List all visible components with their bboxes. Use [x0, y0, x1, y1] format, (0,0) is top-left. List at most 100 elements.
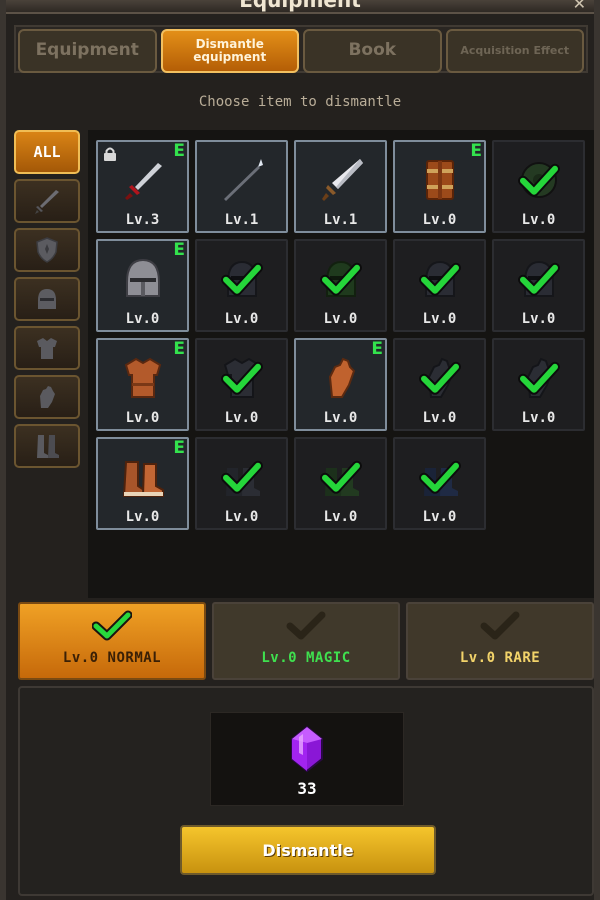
item-slot[interactable]: Lv.0: [492, 140, 585, 233]
window-title: Equipment: [239, 0, 361, 12]
filter-rare[interactable]: Lv.0 RARE: [406, 602, 594, 680]
equipped-badge: E: [173, 240, 185, 260]
category-all-label: ALL: [33, 143, 61, 161]
lock-icon: [104, 147, 116, 161]
dismantle-button[interactable]: Dismantle: [180, 825, 436, 875]
check-icon: [92, 610, 132, 641]
inventory-panel: E Lv.3 Lv.1 Lv.1 E Lv.0 Lv.0 E Lv.0 Lv.0 Lv.0 Lv.0 L…: [88, 130, 594, 598]
filter-magic-label: Lv.0 MAGIC: [261, 650, 351, 666]
item-slot[interactable]: Lv.0: [195, 338, 288, 431]
equipment-window: Equipment ✕ Equipment Dismantle equipmen…: [0, 0, 600, 900]
item-slot[interactable]: E Lv.0: [393, 140, 486, 233]
check-icon: [418, 262, 461, 296]
item-level: Lv.0: [422, 212, 457, 228]
title-bar: Equipment ✕: [6, 0, 594, 14]
helmet-icon: [38, 289, 56, 309]
check-icon: [418, 361, 461, 395]
red-sword-icon: [124, 162, 162, 200]
item-level: Lv.0: [422, 509, 457, 525]
category-boots[interactable]: [14, 424, 80, 468]
item-level: Lv.0: [521, 410, 556, 426]
check-icon: [220, 460, 263, 494]
item-slot[interactable]: Lv.0: [492, 239, 585, 332]
reward-count: 33: [297, 779, 317, 798]
item-slot[interactable]: Lv.0: [294, 437, 387, 530]
item-slot[interactable]: E Lv.3: [96, 140, 189, 233]
item-slot[interactable]: Lv.1: [294, 140, 387, 233]
item-slot[interactable]: Lv.1: [195, 140, 288, 233]
boots-icon: [37, 435, 59, 458]
leather-boots-icon: [122, 460, 164, 497]
category-gauntlets[interactable]: [14, 375, 80, 419]
check-icon: [220, 361, 263, 395]
item-level: Lv.0: [224, 410, 259, 426]
category-weapons[interactable]: [14, 179, 80, 223]
check-icon: [517, 163, 560, 197]
equipped-badge: E: [371, 339, 383, 359]
tab-acquisition-effect[interactable]: Acquisition Effect: [445, 29, 584, 73]
item-level: Lv.0: [323, 509, 358, 525]
check-icon: [517, 262, 560, 296]
item-level: Lv.1: [323, 212, 358, 228]
filter-normal[interactable]: Lv.0 NORMAL: [18, 602, 206, 680]
item-level: Lv.0: [125, 311, 160, 327]
instruction-text: Choose item to dismantle: [198, 94, 402, 110]
filter-normal-label: Lv.0 NORMAL: [62, 650, 162, 666]
item-level: Lv.1: [224, 212, 259, 228]
close-icon[interactable]: ✕: [573, 0, 586, 13]
item-slot[interactable]: Lv.0: [393, 338, 486, 431]
armor-icon: [37, 338, 57, 359]
tab-book[interactable]: Book: [303, 29, 442, 73]
item-slot[interactable]: Lv.0: [393, 437, 486, 530]
broadsword-icon: [321, 158, 363, 201]
purple-gem-icon: [291, 725, 323, 773]
check-icon: [319, 262, 362, 296]
tab-equipment[interactable]: Equipment: [18, 29, 157, 73]
check-icon: [480, 611, 520, 640]
item-slot[interactable]: Lv.0: [195, 239, 288, 332]
category-helmets[interactable]: [14, 277, 80, 321]
item-slot[interactable]: E Lv.0: [96, 437, 189, 530]
check-icon: [319, 460, 362, 494]
check-icon: [286, 611, 326, 640]
gauntlet-icon: [40, 386, 55, 408]
filter-rare-label: Lv.0 RARE: [459, 650, 541, 666]
dismantle-panel: 33 Dismantle: [18, 686, 594, 896]
check-icon: [517, 361, 560, 395]
item-slot[interactable]: E Lv.0: [294, 338, 387, 431]
iron-helmet-icon: [125, 258, 160, 297]
tab-bar: Equipment Dismantle equipment Book Acqui…: [14, 25, 588, 73]
category-all[interactable]: ALL: [14, 130, 80, 174]
equipped-badge: E: [173, 438, 185, 458]
item-slot[interactable]: Lv.0: [294, 239, 387, 332]
item-level: Lv.0: [125, 410, 160, 426]
item-slot[interactable]: Lv.0: [492, 338, 585, 431]
item-slot[interactable]: Lv.0: [393, 239, 486, 332]
item-level: Lv.0: [323, 410, 358, 426]
item-level: Lv.0: [521, 212, 556, 228]
filter-magic[interactable]: Lv.0 MAGIC: [212, 602, 400, 680]
category-shields[interactable]: [14, 228, 80, 272]
item-level: Lv.0: [521, 311, 556, 327]
category-armor[interactable]: [14, 326, 80, 370]
sword-icon: [35, 190, 59, 214]
item-level: Lv.0: [422, 410, 457, 426]
check-icon: [220, 262, 263, 296]
equipped-badge: E: [173, 339, 185, 359]
item-level: Lv.0: [323, 311, 358, 327]
item-level: Lv.3: [125, 212, 160, 228]
spear-icon: [223, 158, 263, 201]
leather-armor-icon: [124, 357, 161, 398]
item-grid: E Lv.3 Lv.1 Lv.1 E Lv.0 Lv.0 E Lv.0 Lv.0 Lv.0 Lv.0 L…: [96, 140, 585, 530]
item-slot[interactable]: E Lv.0: [96, 338, 189, 431]
rarity-filters: Lv.0 NORMAL Lv.0 MAGIC Lv.0 RARE: [18, 602, 594, 680]
item-slot[interactable]: Lv.0: [195, 437, 288, 530]
equipped-badge: E: [173, 141, 185, 161]
item-level: Lv.0: [224, 509, 259, 525]
reward-box: 33: [210, 712, 404, 806]
wooden-shield-icon: [425, 159, 454, 200]
item-level: Lv.0: [422, 311, 457, 327]
item-slot[interactable]: E Lv.0: [96, 239, 189, 332]
tab-dismantle-equipment[interactable]: Dismantle equipment: [160, 29, 299, 73]
leather-gauntlet-icon: [328, 357, 355, 398]
